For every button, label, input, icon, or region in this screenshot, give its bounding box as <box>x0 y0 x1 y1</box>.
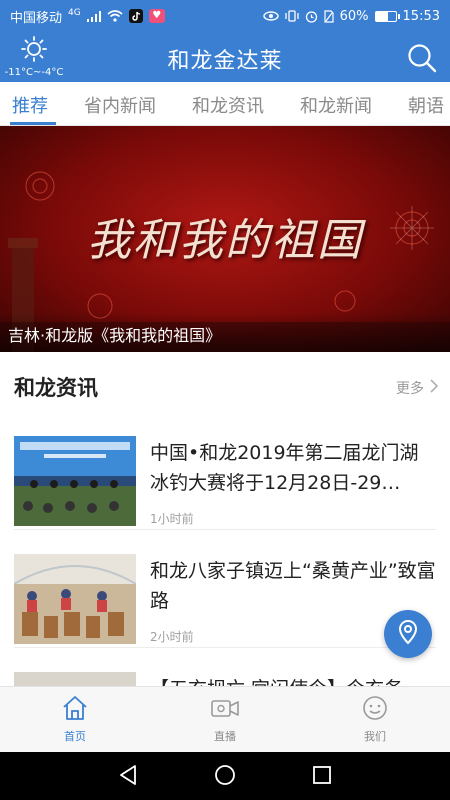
nav-home[interactable]: 首页 <box>30 695 120 744</box>
nav-live[interactable]: 直播 <box>180 695 270 744</box>
banner-headline: 我和我的祖国 <box>87 215 363 266</box>
tiktok-icon <box>128 9 143 23</box>
tab-helong-news[interactable]: 和龙新闻 <box>300 92 372 118</box>
battery-percent: 60% <box>339 8 369 24</box>
system-navigation-bar <box>0 752 450 800</box>
nav-home-label: 首页 <box>64 730 86 743</box>
recent-apps-button[interactable] <box>312 764 332 790</box>
category-tabs: 推荐 省内新闻 和龙资讯 和龙新闻 朝语 <box>0 82 450 126</box>
location-button[interactable] <box>384 610 432 658</box>
battery-icon <box>374 10 400 22</box>
tab-recommend[interactable]: 推荐 <box>12 92 48 118</box>
back-button[interactable] <box>118 764 138 790</box>
active-tab-indicator <box>10 122 56 125</box>
home-system-button[interactable] <box>214 764 236 790</box>
news-thumbnail-partial <box>14 672 136 686</box>
nav-about-us[interactable]: 我们 <box>330 695 420 744</box>
news-item[interactable]: 中国•和龙2019年第二届龙门湖冰钓大赛将于12月28日-29… 1小时前 <box>14 422 436 530</box>
app-header: -11°C~-4°C 和龙金达莱 <box>0 32 450 82</box>
tab-korean[interactable]: 朝语 <box>408 92 444 118</box>
video-camera-icon <box>180 695 270 724</box>
carrier-label: 中国移动 <box>10 10 63 26</box>
bottom-navigation: 首页 直播 我们 <box>0 686 450 752</box>
wifi-icon <box>107 10 123 22</box>
status-bar: 中国移动 4G ♥ 60% 15:53 <box>0 0 450 32</box>
news-thumbnail-conference <box>14 436 136 526</box>
vibrate-icon <box>284 10 299 22</box>
news-time: 2小时前 <box>150 630 194 644</box>
news-title: 【五玄坝亡 宫闪使今】今玄务 <box>150 674 403 686</box>
section-header: 和龙资讯 更多 <box>0 370 450 410</box>
home-icon <box>30 695 120 724</box>
news-title: 中国•和龙2019年第二届龙门湖冰钓大赛将于12月28日-29… <box>150 442 419 494</box>
news-thumbnail-greenhouse <box>14 554 136 644</box>
chevron-right-icon <box>430 379 439 397</box>
tab-helong-info[interactable]: 和龙资讯 <box>192 92 264 118</box>
search-icon <box>406 44 438 78</box>
tab-province-news[interactable]: 省内新闻 <box>84 92 156 118</box>
heart-app-icon: ♥ <box>148 9 165 23</box>
news-item-partial[interactable]: 【五玄坝亡 宫闪使今】今玄务 <box>14 668 436 686</box>
news-title: 和龙八家子镇迈上“桑黄产业”致富路 <box>150 560 436 612</box>
more-link[interactable]: 更多 <box>396 378 439 398</box>
banner-caption: 吉林·和龙版《我和我的祖国》 <box>0 312 450 352</box>
location-pin-icon <box>397 619 419 649</box>
alarm-icon <box>305 10 318 23</box>
banner-carousel[interactable]: 我和我的祖国 吉林·和龙版《我和我的祖国》 <box>0 126 450 352</box>
no-sim-icon <box>324 9 334 23</box>
network-label: 4G <box>68 8 81 18</box>
search-button[interactable] <box>406 42 438 74</box>
section-title: 和龙资讯 <box>14 376 98 400</box>
eye-icon <box>262 11 279 21</box>
news-item[interactable]: 和龙八家子镇迈上“桑黄产业”致富路 2小时前 <box>14 540 436 648</box>
news-time: 1小时前 <box>150 512 194 526</box>
nav-about-us-label: 我们 <box>364 730 386 743</box>
more-label: 更多 <box>396 381 424 397</box>
signal-icon <box>86 10 101 22</box>
smiley-icon <box>330 695 420 724</box>
app-title: 和龙金达莱 <box>167 49 283 74</box>
clock: 15:53 <box>402 8 440 24</box>
nav-live-label: 直播 <box>214 730 236 743</box>
